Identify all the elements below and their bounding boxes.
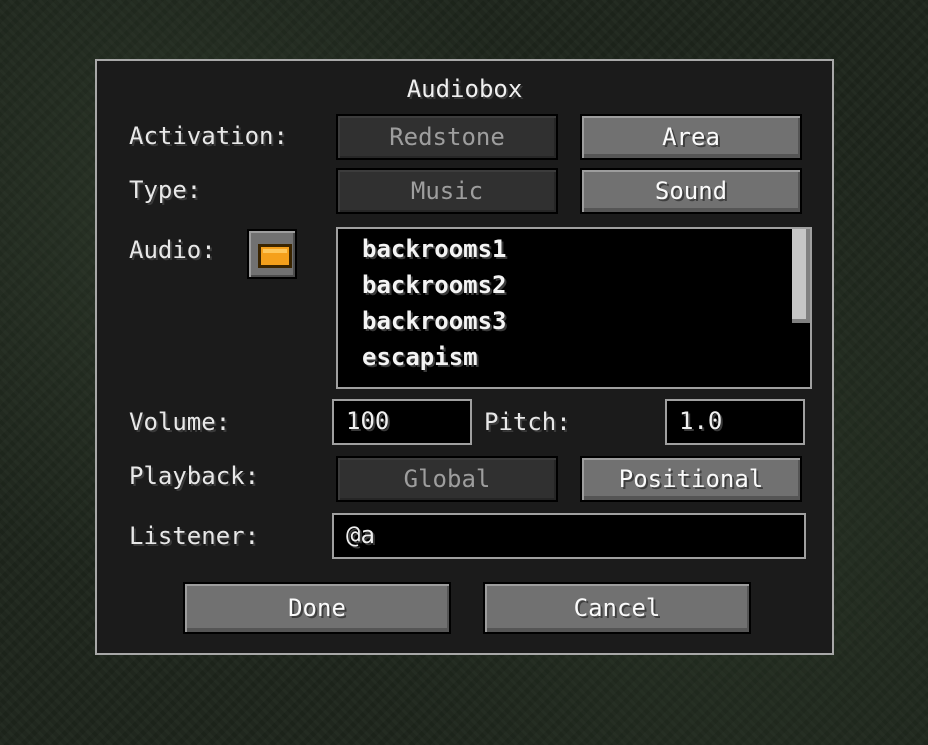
done-button[interactable]: Done — [183, 582, 451, 634]
audio-label: Audio: — [129, 236, 216, 264]
listener-input[interactable]: @a — [332, 513, 806, 559]
volume-label: Volume: — [129, 408, 231, 436]
listener-label: Listener: — [129, 522, 260, 550]
audio-list-item[interactable]: escapism — [362, 343, 478, 371]
playback-positional-button[interactable]: Positional — [580, 456, 802, 502]
audio-list-item[interactable]: backrooms1 — [362, 235, 507, 263]
audio-list-scroll-thumb[interactable] — [792, 229, 810, 323]
folder-icon — [258, 244, 292, 268]
playback-global-button[interactable]: Global — [336, 456, 558, 502]
pitch-input[interactable]: 1.0 — [665, 399, 805, 445]
dialog-title: Audiobox — [406, 75, 523, 103]
audio-list-scrollbar[interactable] — [792, 229, 810, 387]
activation-redstone-button[interactable]: Redstone — [336, 114, 558, 160]
playback-label: Playback: — [129, 462, 260, 490]
type-label: Type: — [129, 176, 202, 204]
volume-input[interactable]: 100 — [332, 399, 472, 445]
activation-label: Activation: — [129, 122, 288, 150]
audio-list[interactable]: backrooms1 backrooms2 backrooms3 escapis… — [336, 227, 812, 389]
open-folder-button[interactable] — [247, 229, 297, 279]
activation-area-button[interactable]: Area — [580, 114, 802, 160]
cancel-button[interactable]: Cancel — [483, 582, 751, 634]
type-music-button[interactable]: Music — [336, 168, 558, 214]
pitch-label: Pitch: — [484, 408, 571, 436]
type-sound-button[interactable]: Sound — [580, 168, 802, 214]
audiobox-dialog: Audiobox Activation: Redstone Area Type:… — [95, 59, 834, 655]
audio-list-item[interactable]: backrooms3 — [362, 307, 507, 335]
audio-list-item[interactable]: backrooms2 — [362, 271, 507, 299]
